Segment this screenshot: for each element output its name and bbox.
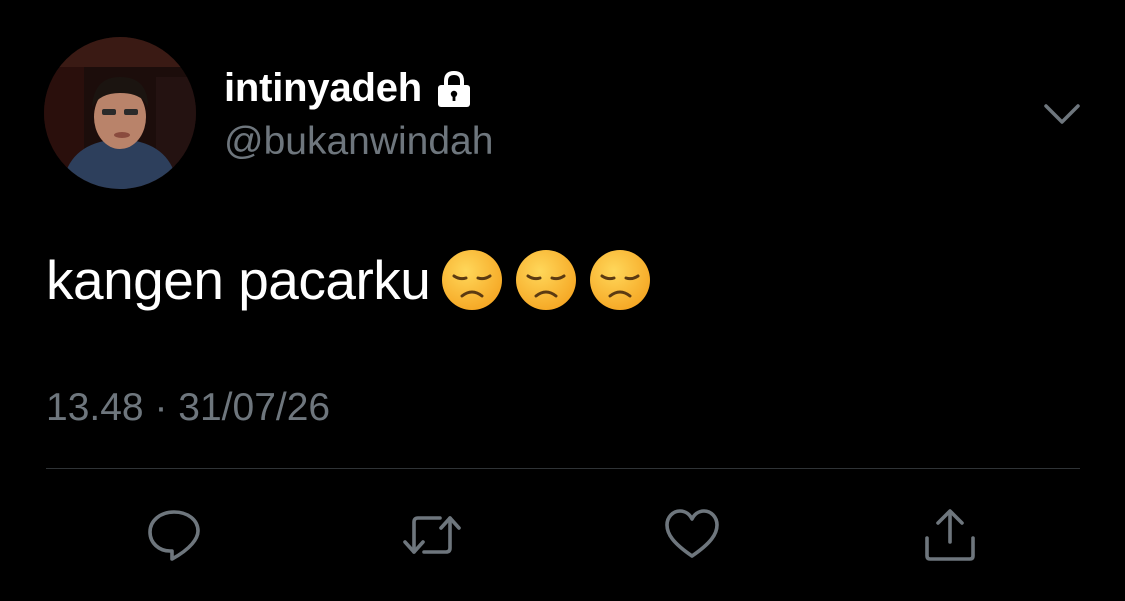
divider	[46, 468, 1080, 469]
user-name-row: intinyadeh	[224, 62, 474, 114]
user-handle[interactable]: @bukanwindah	[224, 118, 493, 166]
lock-icon	[434, 69, 474, 109]
tweet-time: 13.48	[46, 386, 144, 429]
tweet-date: 31/07/26	[178, 386, 331, 429]
avatar-photo	[44, 37, 196, 189]
tweet-timestamp[interactable]: 13.48 · 31/07/26	[46, 384, 330, 432]
display-name[interactable]: intinyadeh	[224, 62, 422, 114]
chevron-down-icon[interactable]	[1040, 96, 1084, 132]
disappointed-face-emoji	[588, 248, 652, 312]
tweet-text: kangen pacarku	[46, 249, 431, 311]
share-icon	[921, 506, 979, 564]
like-button[interactable]	[660, 503, 724, 567]
disappointed-face-emoji	[514, 248, 578, 312]
avatar[interactable]	[44, 37, 196, 189]
reply-icon	[145, 506, 203, 564]
share-button[interactable]	[918, 503, 982, 567]
like-heart-icon	[663, 506, 721, 564]
timestamp-separator: ·	[154, 386, 168, 429]
reply-button[interactable]	[142, 503, 206, 567]
retweet-button[interactable]	[400, 503, 464, 567]
tweet-body: kangen pacarku	[46, 244, 652, 316]
retweet-icon	[400, 506, 464, 564]
disappointed-face-emoji	[440, 248, 504, 312]
